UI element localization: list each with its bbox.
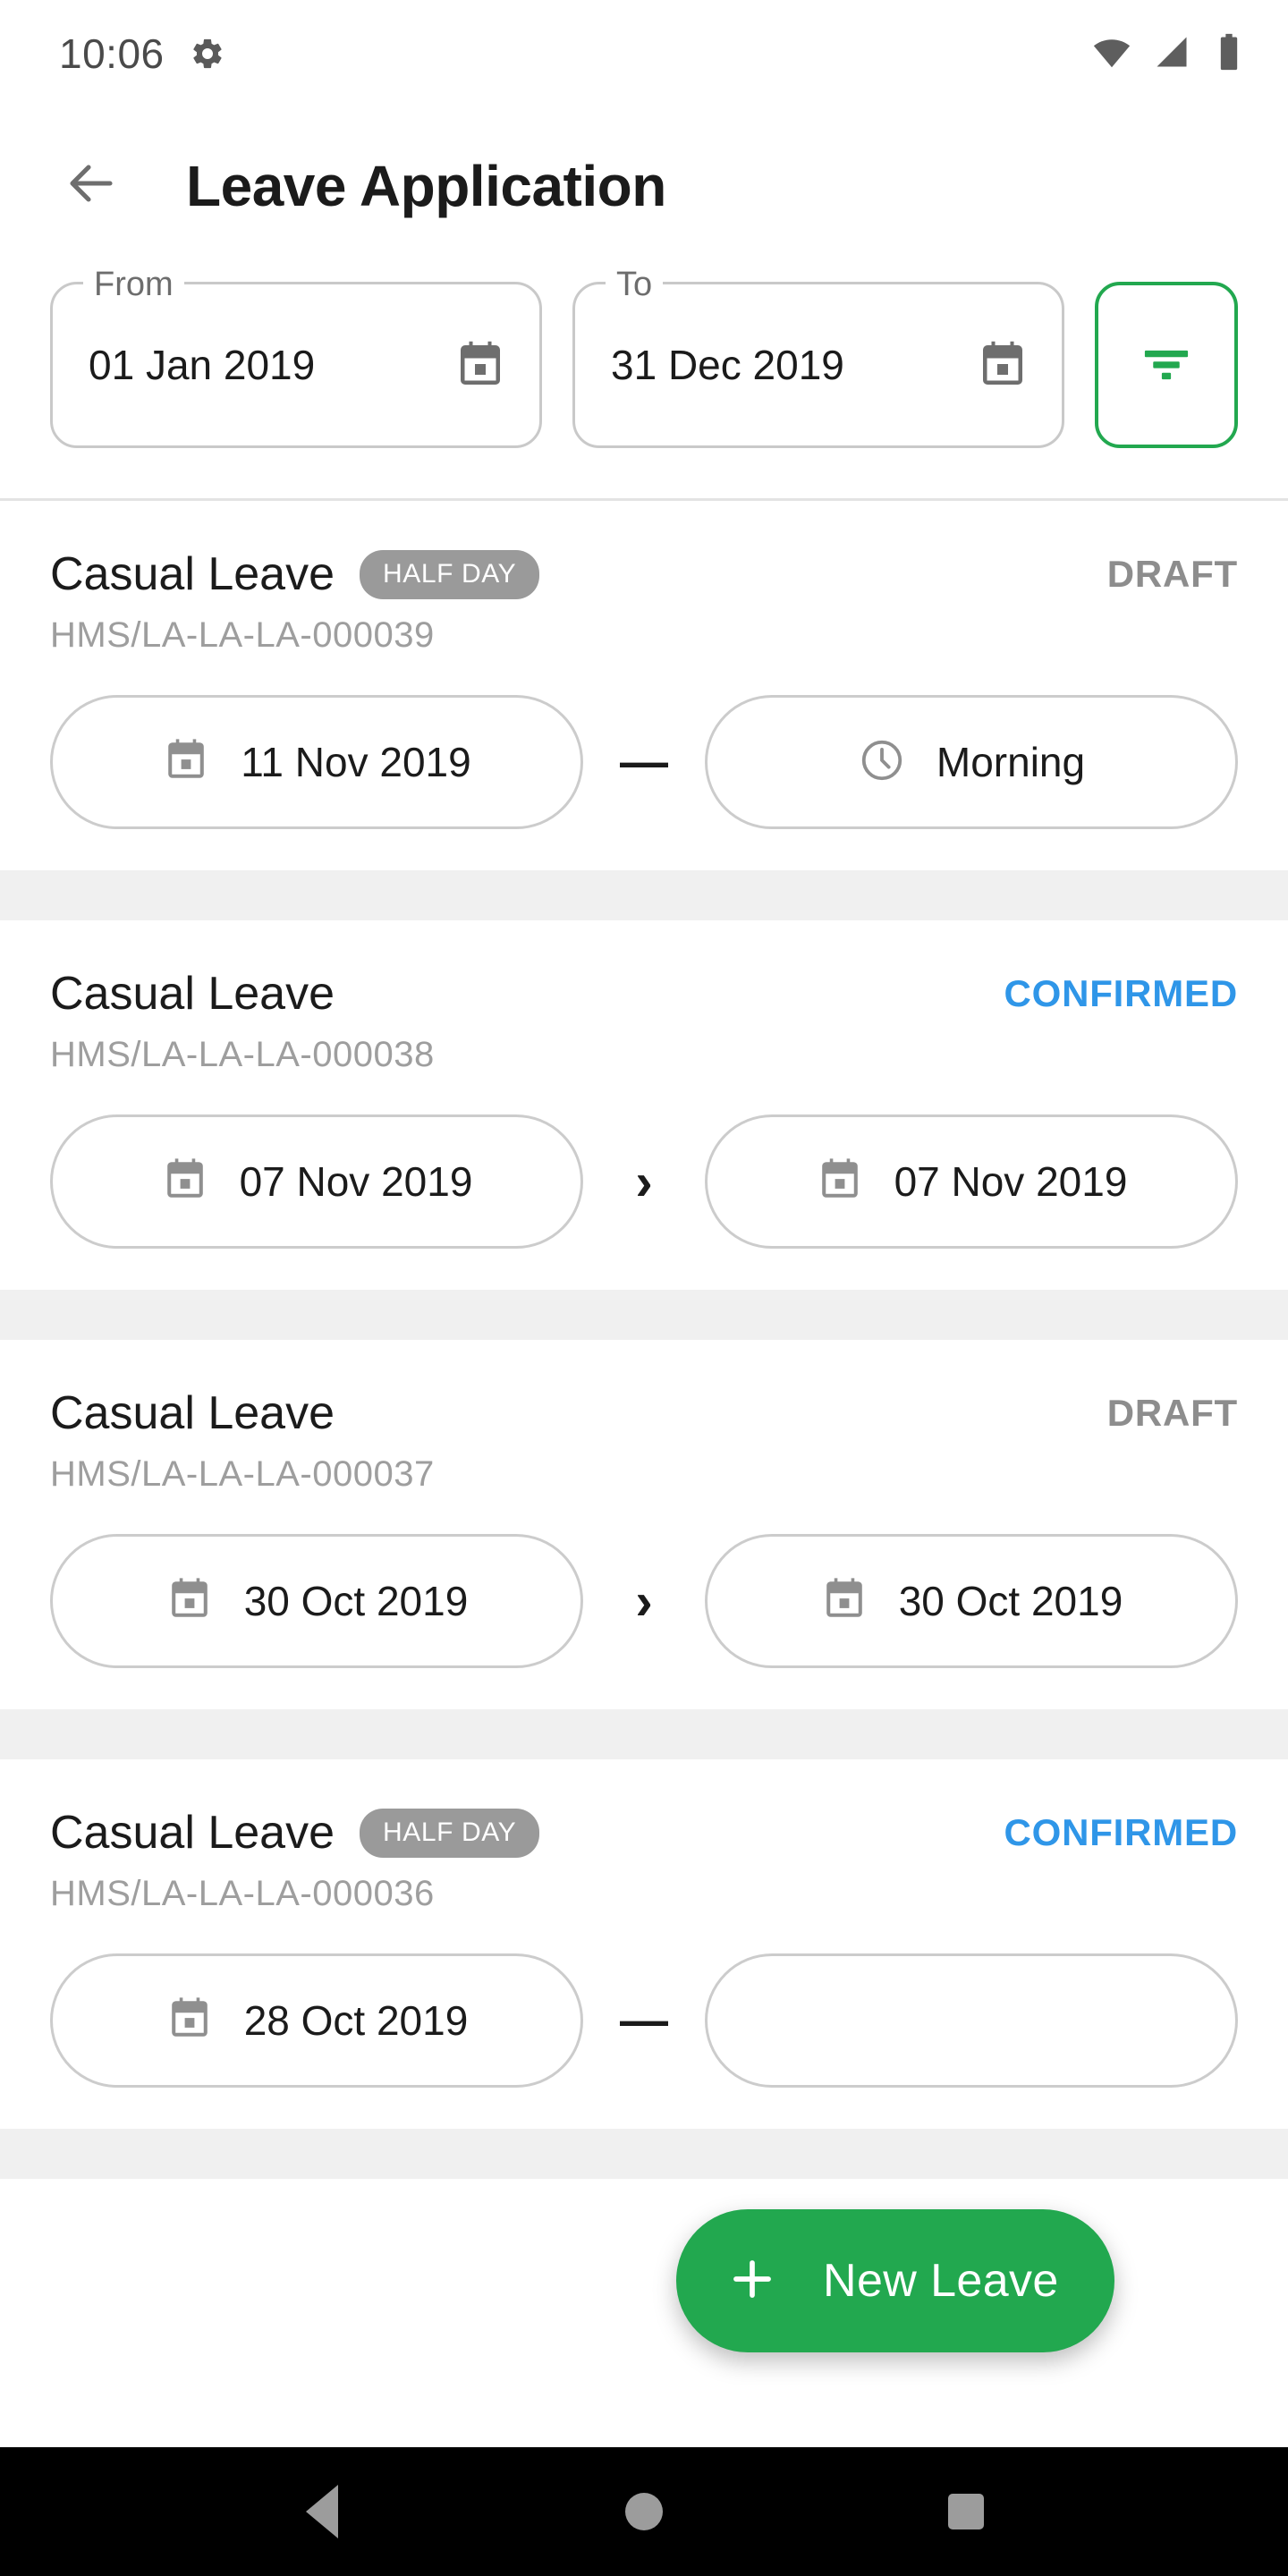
to-date-pill[interactable]: [705, 1953, 1238, 2088]
to-date-text: Morning: [936, 739, 1086, 785]
to-date-field[interactable]: To 31 Dec 2019: [572, 267, 1064, 448]
nav-recents-icon: [948, 2494, 984, 2529]
to-date-text: 07 Nov 2019: [894, 1158, 1128, 1205]
status-badge: DRAFT: [1106, 553, 1238, 595]
wifi-icon: [1091, 31, 1132, 77]
calendar-icon: [816, 1156, 864, 1208]
leave-type-label: Casual Leave: [50, 548, 335, 600]
leave-type-label: Casual Leave: [50, 1807, 335, 1859]
calendar-icon: [161, 1156, 209, 1208]
date-separator: ›: [635, 1572, 653, 1631]
cellular-signal-icon: [1152, 32, 1191, 76]
from-date-text: 28 Oct 2019: [243, 1997, 469, 2044]
leave-date-row: 30 Oct 2019 › 30 Oct 2019: [50, 1534, 1238, 1668]
nav-back-button[interactable]: [268, 2458, 376, 2565]
from-date-pill[interactable]: 30 Oct 2019: [50, 1534, 583, 1668]
status-badge: DRAFT: [1106, 1392, 1238, 1434]
app-bar: Leave Application: [0, 107, 1288, 264]
leave-item-header: Casual Leave DRAFT: [50, 1386, 1238, 1440]
list-divider: [0, 2129, 1288, 2179]
from-date-label: From: [83, 267, 184, 302]
new-leave-fab[interactable]: New Leave: [676, 2209, 1114, 2352]
to-date-pill[interactable]: 30 Oct 2019: [705, 1534, 1238, 1668]
leave-list-item[interactable]: Casual Leave DRAFT HMS/LA-LA-LA-000037 3…: [0, 1340, 1288, 1709]
from-date-text: 30 Oct 2019: [243, 1578, 469, 1624]
to-date-pill[interactable]: 07 Nov 2019: [705, 1114, 1238, 1249]
half-day-badge: HALF DAY: [360, 1808, 540, 1858]
leave-item-header: Casual Leave HALF DAY DRAFT: [50, 547, 1238, 601]
date-separator: —: [620, 735, 668, 789]
date-separator: ›: [635, 1152, 653, 1211]
leave-application-screen: 10:06 Leave Application From 01 Jan 2019…: [0, 0, 1288, 2576]
leave-type-label: Casual Leave: [50, 1387, 335, 1439]
nav-home-button[interactable]: [590, 2458, 698, 2565]
leave-date-row: 11 Nov 2019 — Morning: [50, 695, 1238, 829]
from-date-pill[interactable]: 11 Nov 2019: [50, 695, 583, 829]
plus-icon: [724, 2251, 780, 2311]
to-date-text: 30 Oct 2019: [898, 1578, 1123, 1624]
nav-home-icon: [625, 2493, 663, 2530]
leave-id-label: HMS/LA-LA-LA-000037: [50, 1454, 435, 1494]
leave-date-row: 07 Nov 2019 › 07 Nov 2019: [50, 1114, 1238, 1249]
leave-list-item[interactable]: Casual Leave HALF DAY CONFIRMED HMS/LA-L…: [0, 1759, 1288, 2129]
leave-type-label: Casual Leave: [50, 968, 335, 1020]
new-leave-label: New Leave: [823, 2255, 1059, 2307]
list-divider: [0, 1290, 1288, 1340]
filter-button[interactable]: [1095, 282, 1238, 448]
nav-recents-button[interactable]: [912, 2458, 1020, 2565]
page-title: Leave Application: [186, 153, 666, 218]
status-badge: CONFIRMED: [1004, 1811, 1238, 1853]
back-button[interactable]: [50, 145, 132, 227]
battery-full-icon: [1211, 32, 1247, 76]
to-date-label: To: [606, 267, 664, 302]
filter-icon: [1136, 333, 1197, 398]
half-day-badge: HALF DAY: [360, 549, 540, 599]
calendar-icon: [820, 1575, 869, 1628]
leave-id-label: HMS/LA-LA-LA-000038: [50, 1035, 435, 1074]
list-divider: [0, 870, 1288, 920]
from-date-pill[interactable]: 07 Nov 2019: [50, 1114, 583, 1249]
status-bar-icons: [1091, 31, 1247, 77]
leave-item-header: Casual Leave HALF DAY CONFIRMED: [50, 1806, 1238, 1860]
android-navigation-bar: [0, 2447, 1288, 2576]
to-date-value: 31 Dec 2019: [611, 342, 844, 388]
leave-list-item[interactable]: Casual Leave HALF DAY DRAFT HMS/LA-LA-LA…: [0, 501, 1288, 870]
from-date-value: 01 Jan 2019: [89, 342, 316, 388]
status-badge: CONFIRMED: [1004, 972, 1238, 1014]
leave-id-label: HMS/LA-LA-LA-000039: [50, 615, 435, 655]
nav-back-icon: [306, 2485, 338, 2538]
calendar-icon: [165, 1995, 214, 2047]
leave-item-header: Casual Leave CONFIRMED: [50, 967, 1238, 1021]
status-bar-clock: 10:06: [59, 30, 165, 77]
status-bar: 10:06: [0, 0, 1288, 107]
leave-date-row: 28 Oct 2019 —: [50, 1953, 1238, 2088]
arrow-left-icon: [59, 151, 123, 220]
from-date-text: 11 Nov 2019: [241, 739, 471, 785]
to-date-pill[interactable]: Morning: [705, 695, 1238, 829]
calendar-icon: [165, 1575, 214, 1628]
leave-id-label: HMS/LA-LA-LA-000036: [50, 1874, 435, 1913]
from-date-text: 07 Nov 2019: [239, 1158, 473, 1205]
date-separator: —: [620, 1994, 668, 2047]
clock-icon: [858, 736, 906, 789]
date-filter-bar: From 01 Jan 2019 To 31 Dec 2019: [0, 264, 1288, 498]
calendar-icon: [162, 736, 210, 789]
calendar-icon[interactable]: [453, 338, 507, 392]
leave-list-item[interactable]: Casual Leave CONFIRMED HMS/LA-LA-LA-0000…: [0, 920, 1288, 1290]
list-divider: [0, 1709, 1288, 1759]
from-date-field[interactable]: From 01 Jan 2019: [50, 267, 542, 448]
from-date-pill[interactable]: 28 Oct 2019: [50, 1953, 583, 2088]
calendar-icon[interactable]: [976, 338, 1030, 392]
gear-icon: [190, 36, 225, 72]
